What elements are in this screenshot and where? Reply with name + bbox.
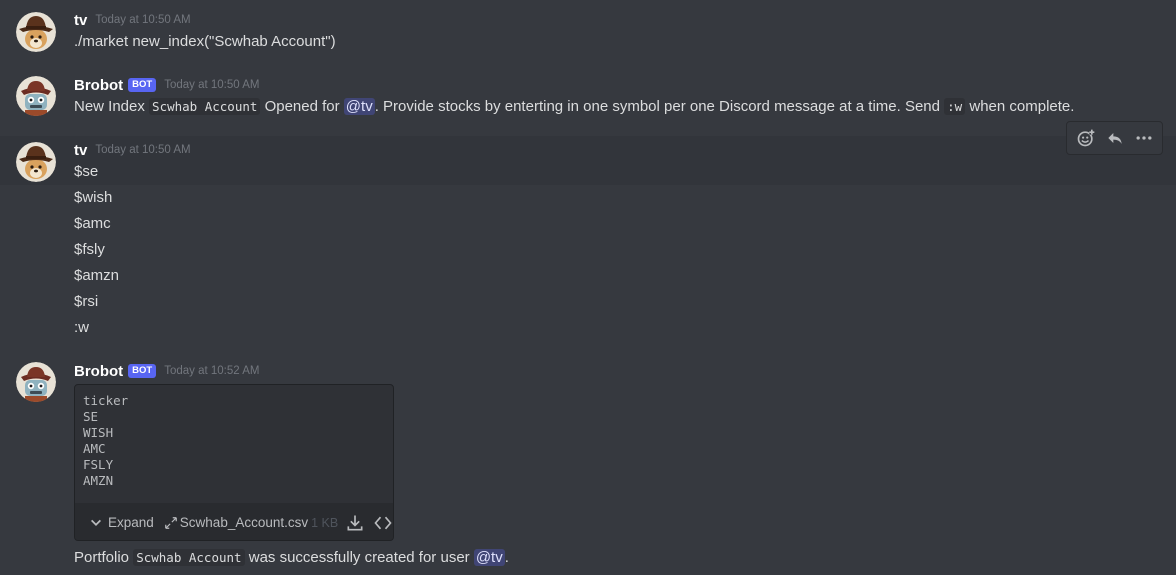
avatar-brobot-image [16, 76, 56, 116]
download-button[interactable] [344, 512, 366, 534]
bot-tag-badge: BOT [128, 364, 157, 378]
message-text: Portfolio Scwhab Account was successfull… [74, 547, 509, 569]
reply-icon [1107, 133, 1122, 144]
message-1: tv Today at 10:50 AM ./market new_index(… [0, 0, 1176, 70]
add-reaction-button[interactable] [1073, 125, 1099, 151]
preview-line: ticker [83, 393, 129, 408]
message-timestamp: Today at 10:50 AM [164, 79, 260, 91]
message-author[interactable]: tv [74, 12, 87, 29]
message-line: $wish [74, 189, 113, 206]
preview-line: FSLY [83, 457, 114, 472]
inline-code: Scwhab Account [149, 98, 261, 115]
chat-messages: tv Today at 10:50 AM ./market new_index(… [0, 0, 1176, 575]
preview-line: AMZN [83, 473, 114, 488]
user-mention[interactable]: @tv [473, 549, 505, 566]
message-line: $fsly [74, 241, 105, 258]
expand-arrows-icon [164, 516, 177, 529]
avatar-tv-image [16, 12, 56, 52]
text-segment: . [504, 549, 509, 566]
text-segment: when complete. [965, 98, 1075, 115]
text-segment: Portfolio [74, 549, 134, 566]
message-2: Brobot BOT Today at 10:50 AM New Index S… [0, 70, 1176, 136]
message-timestamp: Today at 10:52 AM [164, 365, 260, 377]
download-icon [347, 515, 363, 530]
message-author[interactable]: Brobot [74, 77, 123, 94]
text-segment: was successfully created for user [244, 549, 474, 566]
expand-button[interactable]: Expand [89, 515, 154, 530]
text-segment: . Provide stocks by enterting in one sym… [374, 98, 945, 115]
more-options-icon [1136, 136, 1151, 140]
avatar-tv[interactable] [16, 12, 56, 52]
avatar-tv[interactable] [16, 142, 56, 182]
message-timestamp: Today at 10:50 AM [95, 14, 191, 26]
message-line: $amzn [74, 267, 120, 284]
inline-code: :w [944, 98, 966, 115]
preview-line: WISH [83, 425, 114, 440]
avatar-tv-image [16, 142, 56, 182]
message-timestamp: Today at 10:50 AM [95, 144, 191, 156]
inline-code: Scwhab Account [133, 549, 245, 566]
message-line: $amc [74, 215, 111, 232]
text-segment: Opened for [260, 98, 344, 115]
file-preview-content: ticker SE WISH AMC FSLY AMZN [83, 393, 128, 489]
expand-label: Expand [108, 515, 154, 530]
message-line: :w [74, 319, 89, 336]
chevron-down-icon [91, 519, 101, 526]
attachment-footer: Expand Scwhab_Account.csv 1 KB [75, 503, 393, 540]
more-options-button[interactable] [1131, 125, 1157, 151]
add-reaction-icon [1077, 129, 1094, 147]
bot-tag-badge: BOT [128, 78, 157, 92]
message-line: $se [74, 163, 99, 180]
avatar-brobot[interactable] [16, 76, 56, 116]
message-text: ./market new_index("Scwhab Account") [74, 33, 336, 50]
message-author[interactable]: tv [74, 142, 87, 159]
attachment-filename-link[interactable]: Scwhab_Account.csv 1 KB [164, 515, 338, 530]
file-attachment-preview: ticker SE WISH AMC FSLY AMZN Expand Scwh… [74, 384, 394, 541]
reply-button[interactable] [1102, 125, 1128, 151]
message-text: New Index Scwhab Account Opened for @tv.… [74, 96, 1074, 118]
avatar-brobot-image [16, 362, 56, 402]
avatar-brobot[interactable] [16, 362, 56, 402]
text-segment: New Index [74, 98, 150, 115]
preview-line: AMC [83, 441, 106, 456]
message-author[interactable]: Brobot [74, 363, 123, 380]
code-brackets-icon [374, 516, 392, 529]
user-mention[interactable]: @tv [343, 98, 375, 115]
attachment-file-size: 1 KB [311, 515, 339, 530]
message-line: $rsi [74, 293, 99, 310]
attachment-filename: Scwhab_Account.csv [179, 515, 309, 530]
preview-line: SE [83, 409, 99, 424]
view-source-button[interactable] [372, 512, 393, 534]
message-hover-toolbar [1066, 121, 1163, 155]
